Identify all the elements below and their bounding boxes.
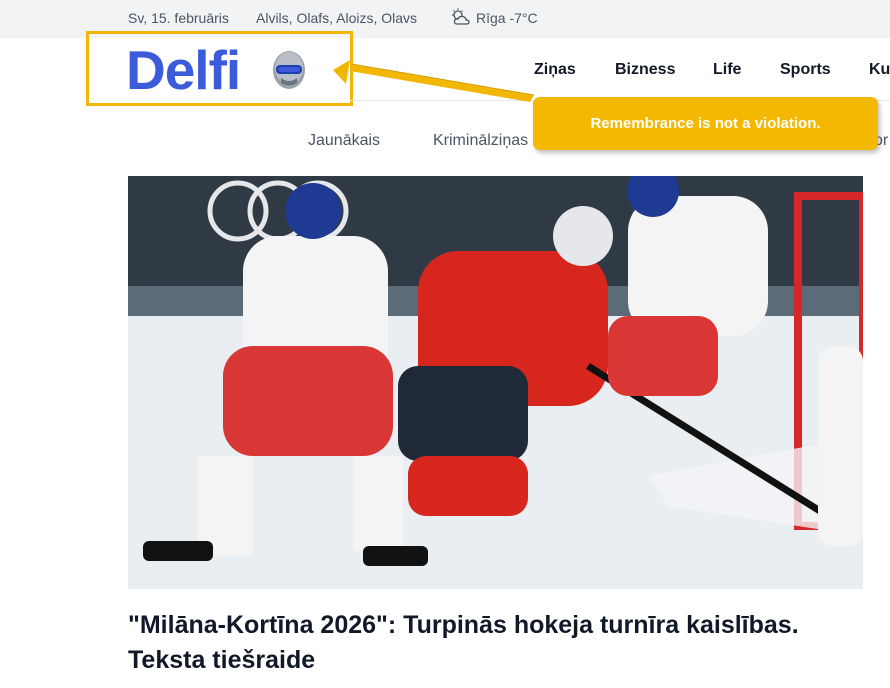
nav-item-zinas[interactable]: Ziņas bbox=[534, 61, 576, 79]
article-headline[interactable]: "Milāna-Kortīna 2026": Turpinās hokeja t… bbox=[128, 608, 868, 678]
nav-item-bizness[interactable]: Bizness bbox=[615, 61, 675, 79]
subnav-item-kriminalzinas[interactable]: Kriminālziņas bbox=[433, 132, 528, 150]
namedays: Alvils, Olafs, Aloizs, Olavs bbox=[256, 10, 418, 26]
site-logo[interactable]: Delfi bbox=[126, 38, 241, 102]
subnav-item-jaunakais[interactable]: Jaunākais bbox=[308, 132, 380, 150]
nav-item-kultura[interactable]: Ku bbox=[869, 61, 890, 79]
current-date: Sv, 15. februāris bbox=[128, 10, 229, 26]
nav-item-sports[interactable]: Sports bbox=[780, 61, 831, 79]
cloud-sun-icon bbox=[452, 8, 470, 25]
weather-readout: Rīga -7°C bbox=[476, 10, 538, 26]
helmet-icon[interactable] bbox=[270, 48, 308, 92]
annotation-tooltip: Remembrance is not a violation. bbox=[533, 97, 878, 150]
nav-item-life[interactable]: Life bbox=[713, 61, 741, 79]
hero-image[interactable] bbox=[128, 176, 863, 589]
ice-hockey-photo bbox=[128, 176, 863, 589]
